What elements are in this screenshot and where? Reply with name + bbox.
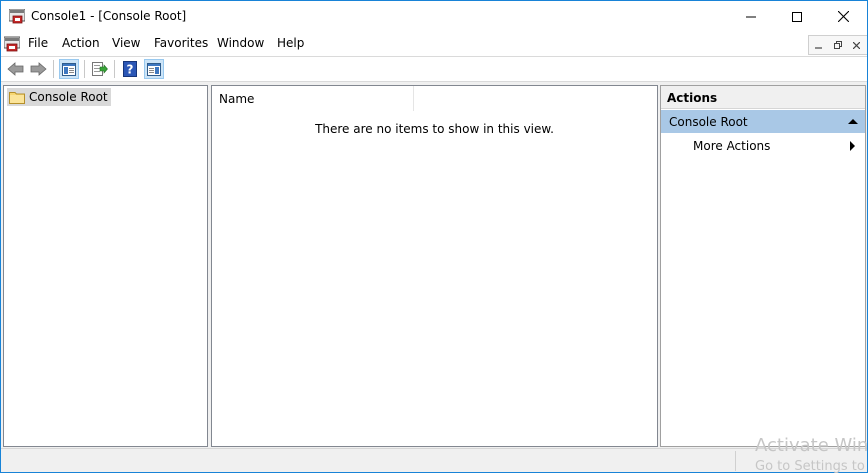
menu-view[interactable]: View	[112, 36, 140, 50]
minimize-icon	[746, 16, 756, 17]
toolbar: ?	[1, 56, 867, 82]
help-button[interactable]: ?	[120, 59, 140, 79]
status-bar	[1, 448, 867, 472]
actions-pane: Actions Console Root More Actions	[660, 85, 866, 447]
more-actions-label: More Actions	[693, 139, 771, 153]
svg-text:?: ?	[127, 63, 134, 77]
status-bar-divider	[735, 451, 736, 471]
mmc-app-icon	[9, 9, 25, 24]
tree-item-label: Console Root	[29, 90, 108, 104]
menu-window[interactable]: Window	[217, 36, 264, 50]
mdi-restore-button[interactable]	[828, 36, 847, 54]
activation-watermark-line2: Go to Settings to	[755, 459, 865, 474]
toolbar-separator	[114, 60, 115, 78]
maximize-icon	[792, 11, 802, 22]
console-tree-pane[interactable]: Console Root	[3, 85, 208, 447]
menu-favorites[interactable]: Favorites	[154, 36, 208, 50]
show-hide-console-tree-icon	[62, 62, 76, 76]
result-list-pane[interactable]: Name There are no items to show in this …	[211, 85, 658, 447]
collapse-icon[interactable]	[848, 119, 858, 124]
menu-help[interactable]: Help	[277, 36, 304, 50]
empty-view-message: There are no items to show in this view.	[315, 122, 554, 136]
folder-icon	[9, 91, 25, 104]
close-button[interactable]	[820, 1, 866, 32]
toolbar-separator	[84, 60, 85, 78]
minimize-button[interactable]	[728, 1, 774, 32]
column-header-label: Name	[219, 92, 255, 106]
actions-group-console-root[interactable]: Console Root	[661, 110, 865, 133]
forward-button[interactable]	[28, 59, 48, 79]
toolbar-separator	[53, 60, 54, 78]
title-bar[interactable]: Console1 - [Console Root]	[1, 1, 867, 32]
system-menu-icon[interactable]	[4, 36, 20, 52]
back-button[interactable]	[5, 59, 25, 79]
menu-file[interactable]: File	[28, 36, 48, 50]
mdi-close-button[interactable]	[847, 36, 866, 54]
menu-action[interactable]: Action	[62, 36, 100, 50]
forward-arrow-icon	[30, 62, 47, 76]
actions-title-label: Actions	[667, 91, 718, 105]
show-hide-action-pane-button[interactable]	[144, 59, 164, 79]
export-list-icon	[92, 62, 108, 76]
mdi-window-controls	[808, 35, 867, 55]
mdi-minimize-button[interactable]	[809, 36, 828, 54]
maximize-button[interactable]	[774, 1, 820, 32]
activation-watermark-line1: Activate Win	[755, 435, 868, 456]
menu-bar: File Action View Favorites Window Help	[1, 32, 867, 56]
show-hide-console-tree-button[interactable]	[59, 59, 79, 79]
tree-item-console-root[interactable]: Console Root	[7, 88, 111, 106]
minimize-icon	[815, 46, 822, 49]
window-title: Console1 - [Console Root]	[31, 9, 187, 23]
actions-pane-title: Actions	[661, 86, 865, 109]
more-actions-item[interactable]: More Actions	[661, 135, 865, 157]
restore-icon	[833, 41, 842, 49]
back-arrow-icon	[6, 62, 23, 76]
actions-group-label: Console Root	[669, 115, 748, 129]
mmc-window: Console1 - [Console Root] File Action Vi…	[0, 0, 868, 473]
close-icon	[837, 11, 849, 22]
close-icon	[853, 41, 860, 49]
column-header-name[interactable]: Name	[212, 86, 414, 111]
help-icon: ?	[123, 61, 137, 77]
export-list-button[interactable]	[90, 59, 110, 79]
submenu-arrow-icon	[850, 141, 855, 151]
show-hide-action-pane-icon	[147, 62, 161, 76]
